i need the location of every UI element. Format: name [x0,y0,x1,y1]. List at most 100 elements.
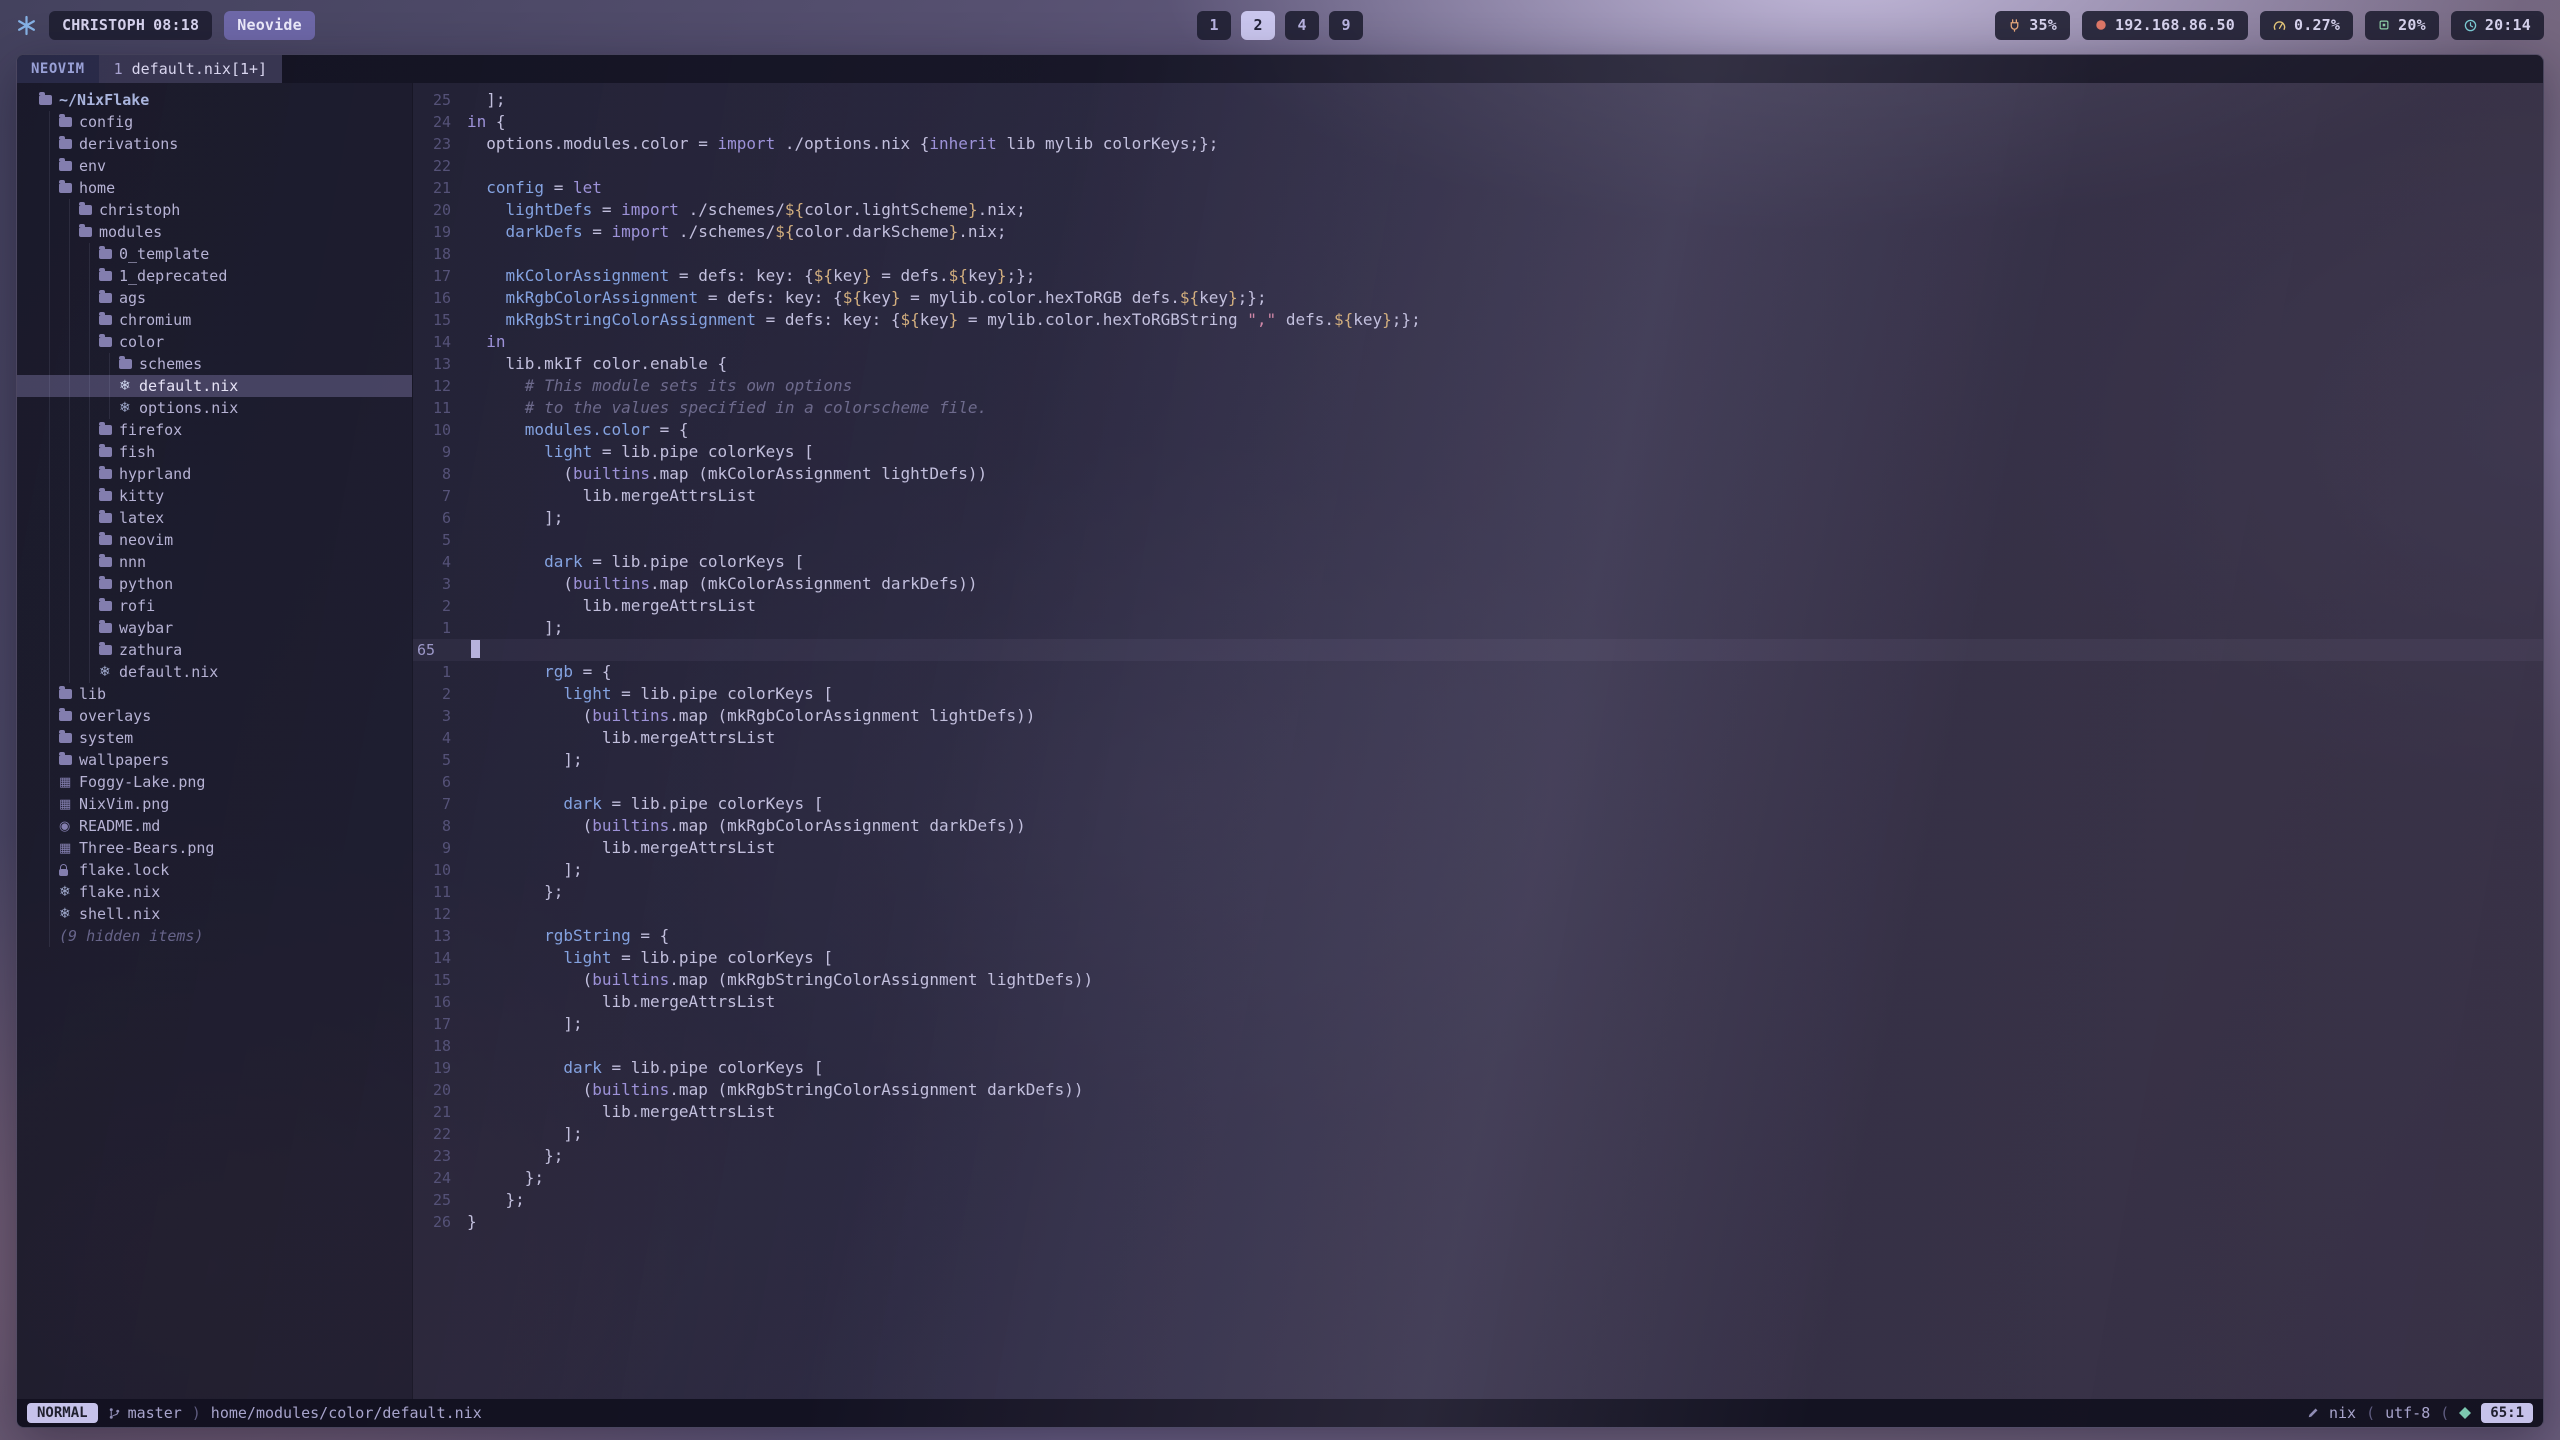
tree-item-waybar[interactable]: waybar [17,617,412,639]
workspace-button-9[interactable]: 9 [1329,11,1363,40]
code-line[interactable]: 23 options.modules.color = import ./opti… [413,133,2543,155]
code-line[interactable]: 5 [413,529,2543,551]
code-line[interactable]: 25 ]; [413,89,2543,111]
tree-item-derivations[interactable]: derivations [17,133,412,155]
tree-item-neovim[interactable]: neovim [17,529,412,551]
code-line[interactable]: 12 [413,903,2543,925]
code-line[interactable]: 11 }; [413,881,2543,903]
code-line[interactable]: 23 }; [413,1145,2543,1167]
buffer-tab[interactable]: 1 default.nix[1+] [99,55,283,83]
code-line[interactable]: 14 light = lib.pipe colorKeys [ [413,947,2543,969]
tree-item-9hiddenitems[interactable]: (9 hidden items) [17,925,412,947]
workspace-button-4[interactable]: 4 [1285,11,1319,40]
code-line[interactable]: 22 ]; [413,1123,2543,1145]
tree-item-rofi[interactable]: rofi [17,595,412,617]
code-line[interactable]: 15 (builtins.map (mkRgbStringColorAssign… [413,969,2543,991]
tree-item-python[interactable]: python [17,573,412,595]
code-line[interactable]: 6 ]; [413,507,2543,529]
code-line-current[interactable]: 65 [413,639,2543,661]
code-line[interactable]: 21 lib.mergeAttrsList [413,1101,2543,1123]
tree-item-fish[interactable]: fish [17,441,412,463]
tree-item-home[interactable]: home [17,177,412,199]
tree-item-firefox[interactable]: firefox [17,419,412,441]
code-line[interactable]: 12 # This module sets its own options [413,375,2543,397]
workspace-button-1[interactable]: 1 [1197,11,1231,40]
code-line[interactable]: 9 lib.mergeAttrsList [413,837,2543,859]
code-line[interactable]: 3 (builtins.map (mkColorAssignment darkD… [413,573,2543,595]
code-line[interactable]: 18 [413,243,2543,265]
tree-item-1_deprecated[interactable]: 1_deprecated [17,265,412,287]
code-line[interactable]: 24in { [413,111,2543,133]
tree-item-three-bears.png[interactable]: ▦Three-Bears.png [17,837,412,859]
code-line[interactable]: 4 lib.mergeAttrsList [413,727,2543,749]
tree-item-zathura[interactable]: zathura [17,639,412,661]
code-line[interactable]: 17 mkColorAssignment = defs: key: {${key… [413,265,2543,287]
code-line[interactable]: 16 mkRgbColorAssignment = defs: key: {${… [413,287,2543,309]
code-line[interactable]: 15 mkRgbStringColorAssignment = defs: ke… [413,309,2543,331]
tree-item-christoph[interactable]: christoph [17,199,412,221]
code-line[interactable]: 3 (builtins.map (mkRgbColorAssignment li… [413,705,2543,727]
code-line[interactable]: 26} [413,1211,2543,1233]
code-line[interactable]: 6 [413,771,2543,793]
tree-item-ags[interactable]: ags [17,287,412,309]
code-line[interactable]: 8 (builtins.map (mkRgbColorAssignment da… [413,815,2543,837]
code-line[interactable]: 21 config = let [413,177,2543,199]
code-line[interactable]: 18 [413,1035,2543,1057]
code-line[interactable]: 5 ]; [413,749,2543,771]
code-line[interactable]: 8 (builtins.map (mkColorAssignment light… [413,463,2543,485]
workspace-button-2[interactable]: 2 [1241,11,1275,40]
tree-item-foggy-lake.png[interactable]: ▦Foggy-Lake.png [17,771,412,793]
code-line[interactable]: 1 rgb = { [413,661,2543,683]
code-line[interactable]: 25 }; [413,1189,2543,1211]
tree-item-options.nix[interactable]: ❄options.nix [17,397,412,419]
tree-item-default.nix[interactable]: ❄default.nix [17,375,412,397]
tree-item-wallpapers[interactable]: wallpapers [17,749,412,771]
tree-item-overlays[interactable]: overlays [17,705,412,727]
editor[interactable]: 25 ];24in {23 options.modules.color = im… [413,83,2543,1399]
code-line[interactable]: 7 dark = lib.pipe colorKeys [ [413,793,2543,815]
tree-item-color[interactable]: color [17,331,412,353]
indent-guide [79,617,99,639]
tree-item-readme.md[interactable]: ◉README.md [17,815,412,837]
code-line[interactable]: 13 lib.mkIf color.enable { [413,353,2543,375]
tree-item-modules[interactable]: modules [17,221,412,243]
code-line[interactable]: 9 light = lib.pipe colorKeys [ [413,441,2543,463]
tree-item-default.nix[interactable]: ❄default.nix [17,661,412,683]
indent-guide [39,705,59,727]
tree-item-system[interactable]: system [17,727,412,749]
indent-guide [39,793,59,815]
tree-item-nixflake[interactable]: ~/NixFlake [17,89,412,111]
tree-item-0_template[interactable]: 0_template [17,243,412,265]
code-line[interactable]: 20 lightDefs = import ./schemes/${color.… [413,199,2543,221]
code-line[interactable]: 1 ]; [413,617,2543,639]
code-line[interactable]: 2 light = lib.pipe colorKeys [ [413,683,2543,705]
tree-item-config[interactable]: config [17,111,412,133]
code-line[interactable]: 19 dark = lib.pipe colorKeys [ [413,1057,2543,1079]
tree-item-flake.nix[interactable]: ❄flake.nix [17,881,412,903]
tree-item-schemes[interactable]: schemes [17,353,412,375]
tree-item-flake.lock[interactable]: flake.lock [17,859,412,881]
code-line[interactable]: 17 ]; [413,1013,2543,1035]
code-line[interactable]: 22 [413,155,2543,177]
tree-item-env[interactable]: env [17,155,412,177]
code-line[interactable]: 13 rgbString = { [413,925,2543,947]
code-line[interactable]: 10 modules.color = { [413,419,2543,441]
code-line[interactable]: 4 dark = lib.pipe colorKeys [ [413,551,2543,573]
code-line[interactable]: 24 }; [413,1167,2543,1189]
tree-item-nnn[interactable]: nnn [17,551,412,573]
code-line[interactable]: 11 # to the values specified in a colors… [413,397,2543,419]
tree-item-kitty[interactable]: kitty [17,485,412,507]
code-line[interactable]: 19 darkDefs = import ./schemes/${color.d… [413,221,2543,243]
tree-item-lib[interactable]: lib [17,683,412,705]
tree-item-latex[interactable]: latex [17,507,412,529]
code-line[interactable]: 7 lib.mergeAttrsList [413,485,2543,507]
code-line[interactable]: 2 lib.mergeAttrsList [413,595,2543,617]
code-line[interactable]: 14 in [413,331,2543,353]
code-line[interactable]: 10 ]; [413,859,2543,881]
code-line[interactable]: 16 lib.mergeAttrsList [413,991,2543,1013]
code-line[interactable]: 20 (builtins.map (mkRgbStringColorAssign… [413,1079,2543,1101]
tree-item-nixvim.png[interactable]: ▦NixVim.png [17,793,412,815]
tree-item-chromium[interactable]: chromium [17,309,412,331]
tree-item-hyprland[interactable]: hyprland [17,463,412,485]
tree-item-shell.nix[interactable]: ❄shell.nix [17,903,412,925]
